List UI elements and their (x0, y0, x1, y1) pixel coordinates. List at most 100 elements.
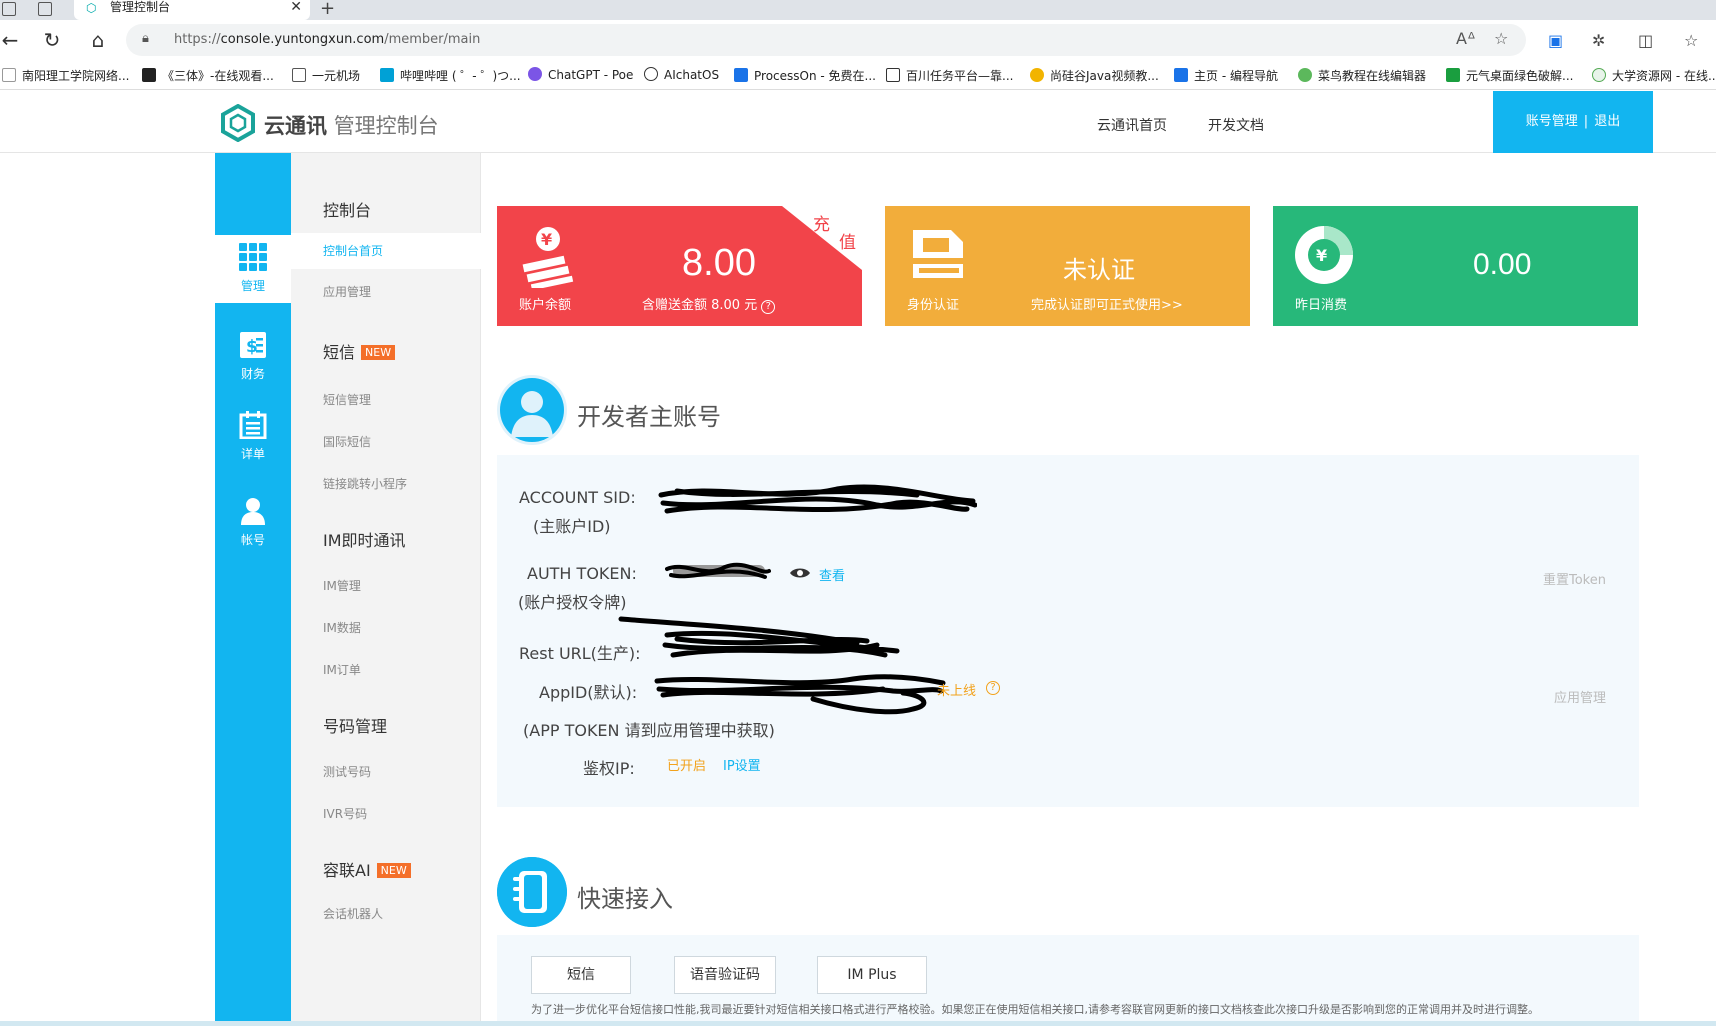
nav-docs-link[interactable]: 开发文档 (1208, 115, 1264, 135)
menu-item-ivr-number[interactable]: IVR号码 (323, 805, 367, 822)
menu-item-app-manage[interactable]: 应用管理 (323, 283, 371, 300)
redacted-scribble (618, 616, 900, 658)
account-manage-link[interactable]: 账号管理 (1526, 114, 1578, 129)
workspaces-icon[interactable] (2, 2, 16, 16)
split-screen-icon[interactable]: ◫ (1638, 31, 1653, 50)
quick-notebook-icon (497, 857, 567, 927)
page-icon (292, 68, 306, 82)
rail-label: 帐号 (240, 533, 265, 547)
calendar-icon (239, 411, 267, 439)
menu-item-test-number[interactable]: 测试号码 (323, 763, 371, 780)
brand-name: 云通讯 管理控制台 (264, 114, 439, 138)
ip-settings-link[interactable]: IP设置 (723, 755, 761, 774)
auth-ip-label: 鉴权IP: (583, 759, 635, 778)
favorite-star-icon[interactable]: ☆ (1494, 29, 1508, 48)
bilibili-icon (380, 68, 394, 82)
balance-sub: 含赠送金额 8.00 元? (642, 294, 776, 314)
bookmark-item[interactable]: 主页 - 编程导航 (1174, 67, 1278, 84)
svg-text:¥: ¥ (1316, 246, 1327, 265)
rail-item-finance[interactable]: $ 财务 (215, 323, 291, 391)
finance-icon: $ (240, 332, 266, 358)
masked-token (665, 562, 771, 579)
browser-tab-active[interactable]: ⬡ 管理控制台 ✕ (74, 0, 310, 20)
bookmark-item[interactable]: 元气桌面绿色破解... (1446, 67, 1573, 84)
recharge-label-2[interactable]: 值 (839, 228, 856, 253)
menu-item-intl-sms[interactable]: 国际短信 (323, 433, 371, 450)
view-token-link[interactable]: 查看 (819, 565, 845, 584)
bookmark-item[interactable]: AIchatOS (644, 67, 719, 82)
new-badge: NEW (361, 345, 396, 360)
menu-group-number: 号码管理 (323, 717, 388, 736)
favorites-bar-icon[interactable]: ☆ (1684, 31, 1698, 50)
quick-notice: 为了进一步优化平台短信接口性能,我司最近要针对短信相关接口格式进行严格校验。如果… (531, 1003, 1539, 1016)
bookmark-item[interactable]: 《三体》-在线观看... (142, 67, 274, 84)
menu-group-im: IM即时通讯 (323, 531, 406, 550)
back-icon[interactable]: ← (0, 28, 22, 52)
menu-item-sms-manage[interactable]: 短信管理 (323, 391, 371, 408)
menu-item-chatbot[interactable]: 会话机器人 (323, 905, 383, 922)
money-stack-icon: ¥ (522, 227, 574, 288)
menu-item-im-order[interactable]: IM订单 (323, 661, 361, 678)
menu-group-ai: 容联AI NEW (323, 857, 411, 881)
read-aloud-icon[interactable]: Aᐞ (1456, 29, 1476, 48)
auth-token-sublabel: (账户授权令牌) (518, 593, 627, 612)
app-manage-link[interactable]: 应用管理 (1554, 687, 1606, 706)
identity-value: 未认证 (1063, 257, 1135, 284)
bookmark-item[interactable]: ProcessOn - 免费在... (734, 67, 876, 84)
home-icon[interactable]: ⌂ (86, 28, 110, 52)
auth-token-label: AUTH TOKEN: (527, 564, 637, 583)
rail-item-account[interactable]: 帐号 (215, 489, 291, 557)
bottom-scroll-strip (0, 1021, 1716, 1026)
extensions-icon[interactable]: ✲ (1592, 31, 1605, 50)
bookmark-item[interactable]: 一元机场 (292, 67, 360, 84)
openai-icon (644, 67, 658, 81)
eye-icon[interactable] (789, 566, 811, 580)
bookmark-item[interactable]: 菜鸟教程在线编辑器 (1298, 67, 1426, 84)
appid-help-icon[interactable]: ? (986, 681, 1000, 695)
rail-item-manage[interactable]: 管理 (215, 235, 291, 303)
logout-link[interactable]: 退出 (1594, 114, 1620, 129)
refresh-icon[interactable]: ↻ (40, 28, 64, 52)
menu-item-console-home[interactable]: 控制台首页 (291, 233, 481, 269)
account-box: 账号管理 | 退出 (1493, 91, 1653, 153)
atguigu-icon (1030, 68, 1044, 82)
recharge-label-1[interactable]: 充 (813, 210, 830, 235)
tab-actions-icon[interactable] (38, 2, 52, 16)
yesterday-label: 昨日消费 (1295, 298, 1348, 313)
url-input[interactable]: 🔒︎ https://console.yuntongxun.com/member… (126, 24, 1526, 56)
new-badge: NEW (376, 863, 411, 878)
menu-group-sms: 短信 NEW (323, 339, 396, 363)
menu-item-im-manage[interactable]: IM管理 (323, 577, 361, 594)
browser-tab-strip: ⬡ 管理控制台 ✕ + (0, 0, 1716, 20)
nav-home-link[interactable]: 云通讯首页 (1097, 115, 1167, 135)
identity-verify-link[interactable]: 完成认证即可正式使用>> (1031, 294, 1183, 313)
bookmark-item[interactable]: 大学资源网 - 在线... (1592, 67, 1716, 84)
appid-label: AppID(默认): (539, 683, 638, 702)
quick-im-plus-button[interactable]: IM Plus (817, 956, 927, 994)
baichuan-icon (886, 68, 900, 82)
rail-item-details[interactable]: 详单 (215, 403, 291, 471)
menu-item-link-jump[interactable]: 链接跳转小程序 (323, 475, 407, 492)
menu-item-im-data[interactable]: IM数据 (323, 619, 361, 636)
identity-card: 身份认证 未认证 完成认证即可正式使用>> (885, 206, 1250, 326)
bookmark-item[interactable]: 百川任务平台—靠... (886, 67, 1013, 84)
help-icon[interactable]: ? (761, 300, 776, 314)
code-nav-icon (1174, 68, 1188, 82)
rail-label: 财务 (240, 367, 265, 381)
developer-title: 开发者主账号 (577, 403, 721, 431)
user-icon (241, 498, 265, 525)
quick-voice-code-button[interactable]: 语音验证码 (674, 956, 776, 994)
account-sid-sublabel: (主账户ID) (533, 517, 611, 536)
lock-icon: 🔒︎ (142, 31, 149, 46)
quick-sms-button[interactable]: 短信 (531, 956, 631, 994)
bookmark-item[interactable]: 南阳理工学院网络... (2, 67, 129, 84)
bookmark-item[interactable]: ChatGPT - Poe (528, 67, 633, 82)
new-tab-icon[interactable]: + (320, 0, 335, 19)
close-tab-icon[interactable]: ✕ (290, 0, 302, 14)
bookmark-item[interactable]: 哔哩哔哩 ( ゜- ゜)つ... (380, 67, 521, 84)
balance-label: 账户余额 (519, 298, 572, 313)
quick-title: 快速接入 (577, 885, 673, 913)
bookmark-item[interactable]: 尚硅谷Java视频教... (1030, 67, 1159, 84)
profile-extension-icon[interactable]: ▣ (1548, 31, 1563, 50)
reset-token-link[interactable]: 重置Token (1543, 569, 1606, 588)
